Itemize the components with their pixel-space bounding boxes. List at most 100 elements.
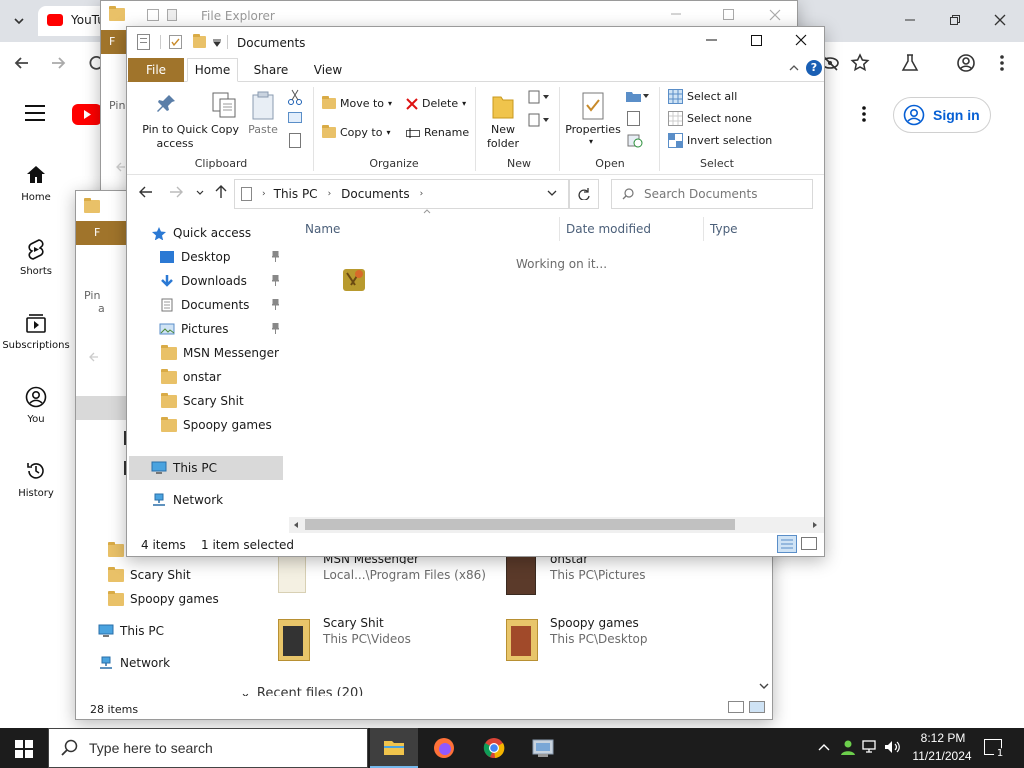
nav-this-pc[interactable]: This PC: [151, 456, 217, 480]
chrome-minimize-button[interactable]: [888, 0, 932, 40]
cut-icon[interactable]: [288, 89, 302, 105]
yt-sidebar-shorts[interactable]: Shorts: [0, 238, 72, 277]
scroll-down-icon[interactable]: [759, 683, 769, 691]
paste-button[interactable]: Paste: [245, 89, 281, 139]
address-bar[interactable]: › This PC › Documents ›: [234, 179, 569, 209]
file-item-icon[interactable]: [341, 265, 369, 295]
horizontal-scrollbar[interactable]: [289, 517, 824, 533]
nav-msn-messenger[interactable]: MSN Messenger: [161, 341, 279, 365]
copy-button[interactable]: Copy: [207, 89, 243, 139]
recent-folder-name[interactable]: Scary Shit: [323, 616, 384, 630]
tray-volume-icon[interactable]: [884, 740, 902, 754]
recent-folder-name[interactable]: Spoopy games: [550, 616, 639, 630]
taskbar-firefox[interactable]: [420, 728, 468, 768]
tray-chevron-icon[interactable]: [818, 742, 830, 752]
nav-scary-shit[interactable]: Scary Shit: [161, 389, 244, 413]
chrome-restore-button[interactable]: [933, 0, 977, 40]
yt-sidebar-home[interactable]: Home: [0, 164, 72, 203]
details-view-button[interactable]: [777, 535, 797, 553]
taskbar-chrome[interactable]: [470, 728, 518, 768]
qat-properties-icon[interactable]: [169, 35, 182, 49]
start-windows-icon[interactable]: [15, 740, 33, 758]
copy-to-button[interactable]: Copy to ▾: [322, 125, 390, 139]
breadcrumb-this-pc[interactable]: This PC: [274, 187, 318, 201]
chrome-menu-icon[interactable]: [992, 53, 1012, 73]
back-close-button[interactable]: [769, 9, 781, 21]
scroll-left-icon[interactable]: [292, 521, 299, 529]
mid-nav-network[interactable]: Network: [98, 651, 170, 675]
nav-quick-access[interactable]: Quick access: [151, 221, 283, 245]
hamburger-menu-icon[interactable]: [24, 104, 46, 122]
tray-people-icon[interactable]: [840, 739, 856, 755]
rename-button[interactable]: Rename: [406, 126, 469, 139]
nav-spoopy-games[interactable]: Spoopy games: [161, 413, 272, 437]
sign-in-button[interactable]: Sign in: [893, 97, 991, 133]
nav-desktop[interactable]: Desktop: [159, 245, 283, 269]
column-type[interactable]: Type: [710, 222, 738, 236]
pin-quick-access-button[interactable]: Pin to Quick access: [135, 89, 208, 153]
recent-files-header[interactable]: ⌄ Recent files (20): [240, 686, 363, 696]
delete-button[interactable]: Delete ▾: [406, 97, 466, 110]
nav-downloads[interactable]: Downloads: [159, 269, 283, 293]
youtube-logo-icon[interactable]: [72, 104, 102, 125]
mid-nav-spoopy-games[interactable]: Spoopy games: [108, 587, 219, 611]
nav-back-icon[interactable]: [139, 186, 153, 198]
large-icons-view-button[interactable]: [801, 537, 817, 550]
copy-path-icon[interactable]: [288, 112, 302, 123]
back-file-tab[interactable]: F: [101, 30, 129, 54]
back-arrow-icon[interactable]: [12, 53, 32, 73]
nav-documents[interactable]: Documents: [159, 293, 283, 317]
search-documents-box[interactable]: Search Documents: [611, 179, 813, 209]
refresh-button[interactable]: [569, 179, 599, 209]
tab-home[interactable]: Home: [187, 58, 238, 82]
paste-shortcut-icon[interactable]: [289, 133, 301, 148]
taskbar-app[interactable]: [520, 728, 568, 768]
ribbon-collapse-icon[interactable]: [789, 64, 799, 72]
edit-icon[interactable]: [627, 111, 640, 126]
easy-access-icon[interactable]: [527, 112, 551, 128]
help-icon[interactable]: ?: [806, 60, 822, 76]
mid-back-arrow-icon[interactable]: [88, 351, 100, 363]
tab-file[interactable]: File: [128, 58, 184, 82]
history-icon[interactable]: [627, 134, 643, 148]
select-all-button[interactable]: Select all: [668, 89, 737, 104]
open-icon[interactable]: [625, 89, 649, 103]
qat-newfolder-icon[interactable]: [193, 34, 206, 48]
taskbar-search[interactable]: Type here to search: [48, 728, 368, 768]
recent-locations-icon[interactable]: [196, 190, 204, 196]
bookmark-star-icon[interactable]: [850, 53, 870, 73]
large-icons-view-icon[interactable]: [749, 701, 765, 713]
nav-forward-icon[interactable]: [169, 186, 183, 198]
clock-date[interactable]: 11/21/2024: [906, 749, 978, 763]
scroll-right-icon[interactable]: [812, 521, 819, 529]
column-name[interactable]: Name: [305, 222, 340, 236]
close-button[interactable]: [779, 23, 823, 57]
yt-sidebar-you[interactable]: You: [0, 386, 72, 425]
nav-pictures[interactable]: Pictures: [159, 317, 283, 341]
select-none-button[interactable]: Select none: [668, 111, 752, 126]
qat-customize-icon[interactable]: [213, 39, 221, 47]
mid-nav-this-pc[interactable]: This PC: [98, 619, 164, 643]
details-view-icon[interactable]: [728, 701, 744, 713]
address-dropdown-icon[interactable]: [547, 190, 557, 197]
chrome-close-button[interactable]: [978, 0, 1022, 40]
nav-network[interactable]: Network: [151, 488, 223, 512]
properties-button[interactable]: Properties ▾: [565, 89, 621, 153]
taskbar-file-explorer[interactable]: [370, 728, 418, 768]
mid-nav-scary-shit[interactable]: Scary Shit: [108, 563, 191, 587]
tab-view[interactable]: View: [303, 58, 353, 82]
documents-explorer-window[interactable]: Documents File Home Share View ? Pin to …: [126, 26, 825, 557]
chrome-tab[interactable]: YouTube: [38, 6, 108, 36]
clock-time[interactable]: 8:12 PM: [915, 731, 971, 745]
up-arrow-icon[interactable]: [215, 185, 227, 199]
move-to-button[interactable]: Move to ▾: [322, 96, 392, 110]
yt-sidebar-subscriptions[interactable]: Subscriptions: [0, 312, 72, 351]
new-folder-button[interactable]: New folder: [483, 89, 525, 153]
tab-search-icon[interactable]: [6, 8, 32, 34]
forward-arrow-icon[interactable]: [48, 53, 68, 73]
back-minimize-button[interactable]: [671, 9, 681, 19]
youtube-more-icon[interactable]: [854, 104, 874, 124]
tray-network-icon[interactable]: [862, 740, 878, 754]
minimize-button[interactable]: [689, 23, 733, 57]
profile-icon[interactable]: [956, 53, 976, 73]
